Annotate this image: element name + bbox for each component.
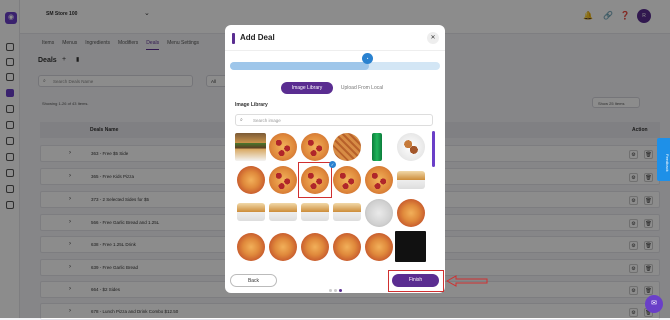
taco-image[interactable] — [301, 203, 329, 221]
pizza-image[interactable] — [237, 233, 265, 261]
burger-image[interactable] — [235, 133, 266, 161]
check-icon: ✓ — [329, 161, 336, 168]
library-label: Image Library — [235, 102, 268, 108]
close-icon[interactable]: ✕ — [427, 32, 439, 44]
pizza-image[interactable] — [365, 233, 393, 261]
search-icon: ⌕ — [240, 117, 243, 123]
progress-step-marker: ● — [362, 53, 373, 64]
add-deal-modal: Add Deal ✕ ● Image Library Upload From L… — [225, 25, 445, 293]
tab-upload-local[interactable]: Upload From Local — [337, 82, 387, 94]
pizza-image[interactable] — [269, 233, 297, 261]
back-button[interactable]: Back — [230, 274, 277, 287]
divider — [225, 50, 445, 51]
taco-image[interactable] — [397, 171, 425, 189]
waffle-image[interactable] — [333, 133, 361, 161]
title-accent-bar — [232, 33, 235, 44]
progress-fill — [230, 62, 369, 70]
image-search-input[interactable]: Search image — [235, 114, 433, 126]
page-dot — [334, 289, 337, 292]
tab-image-library[interactable]: Image Library — [281, 82, 333, 94]
pizza-image[interactable] — [365, 166, 393, 194]
finish-highlight-box — [388, 270, 444, 292]
pizza-image[interactable] — [237, 166, 265, 194]
dish-image[interactable] — [365, 199, 393, 227]
pizza-image[interactable] — [269, 133, 297, 161]
chat-icon[interactable]: ✉ — [645, 295, 663, 313]
taco-image[interactable] — [269, 203, 297, 221]
grid-scrollbar[interactable] — [432, 131, 435, 167]
pizza-image[interactable] — [301, 233, 329, 261]
taco-image[interactable] — [333, 203, 361, 221]
modal-title: Add Deal — [240, 33, 275, 42]
pizza-image[interactable] — [301, 133, 329, 161]
pizza-image[interactable] — [333, 166, 361, 194]
selection-highlight — [298, 162, 332, 198]
feedback-tab[interactable]: Feedback — [657, 138, 670, 181]
arrow-icon — [446, 275, 488, 287]
pizza-image[interactable] — [333, 233, 361, 261]
pizza-image[interactable] — [269, 166, 297, 194]
wings-image[interactable] — [397, 133, 425, 161]
drink-can-image[interactable] — [372, 133, 382, 161]
page-dot-active — [339, 289, 342, 292]
page-dots — [329, 279, 344, 297]
pizza-dark-image[interactable] — [395, 231, 426, 262]
image-grid: ✓ — [235, 131, 427, 269]
wizard-progress-bar — [230, 62, 440, 70]
page-dot — [329, 289, 332, 292]
taco-image[interactable] — [237, 203, 265, 221]
pizza-image[interactable] — [397, 199, 425, 227]
